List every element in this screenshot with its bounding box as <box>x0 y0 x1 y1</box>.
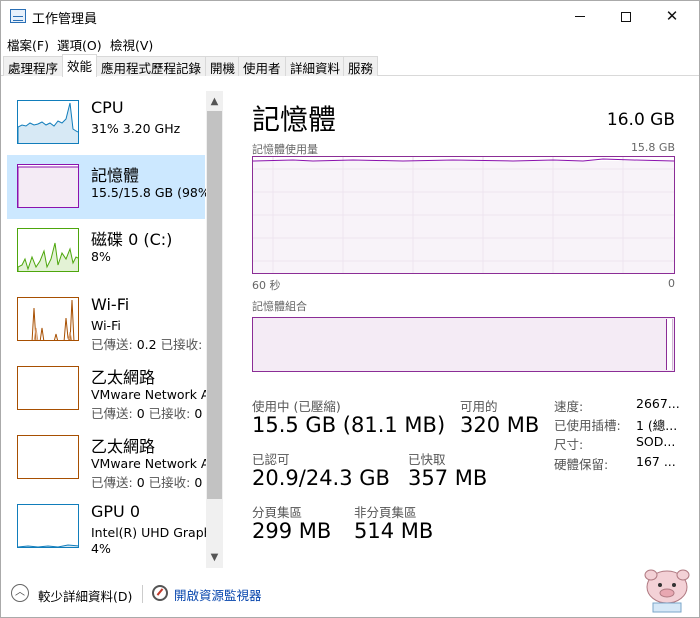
composition-available <box>667 319 673 370</box>
resource-disk[interactable]: 磁碟 0 (C:) 8% <box>7 219 205 283</box>
wifi-thumbnail-graph <box>17 297 79 341</box>
usage-graph-max: 15.8 GB <box>630 141 675 154</box>
tab-bar: 處理程序 效能 應用程式歷程記錄 開機 使用者 詳細資料 服務 <box>1 54 699 77</box>
disk-thumbnail-graph <box>17 228 79 272</box>
memory-usage-graph <box>252 156 675 274</box>
mascot-watermark-icon <box>644 569 690 613</box>
resource-detail: 8% <box>91 249 111 264</box>
menu-file[interactable]: 檔案(F) <box>7 35 49 54</box>
resource-usage: 4% <box>91 541 111 556</box>
resource-cpu[interactable]: CPU 31% 3.20 GHz <box>7 91 205 155</box>
close-button[interactable]: ✕ <box>649 1 695 32</box>
tab-app-history[interactable]: 應用程式歷程記錄 <box>96 56 207 76</box>
resource-ethernet-1[interactable]: 乙太網路 VMware Network A 已傳送: 0 已接收: 0 <box>7 357 209 421</box>
menu-options[interactable]: 選項(O) <box>57 35 102 54</box>
composition-in-use <box>254 319 667 370</box>
resource-name: 記憶體 <box>91 166 140 185</box>
minimize-icon <box>575 16 585 17</box>
tab-details[interactable]: 詳細資料 <box>285 56 346 76</box>
form-factor-value: SOD... <box>636 434 676 449</box>
detail-title: 記憶體 <box>252 103 337 136</box>
menu-bar: 檔案(F) 選項(O) 檢視(V) <box>1 32 699 53</box>
resource-memory[interactable]: 記憶體 15.5/15.8 GB (98%) <box>7 155 215 219</box>
fewer-details-button[interactable]: 較少詳細資料(D) <box>38 586 132 605</box>
resource-list: CPU 31% 3.20 GHz 記憶體 15.5/15.8 GB (98%) … <box>1 91 225 569</box>
nonpaged-pool-value: 514 MB <box>354 519 434 543</box>
menu-view[interactable]: 檢視(V) <box>110 35 153 54</box>
ethernet-thumbnail-graph <box>17 366 79 410</box>
resource-name: 乙太網路 <box>91 368 156 387</box>
resource-monitor-icon[interactable] <box>152 585 168 601</box>
cpu-thumbnail-graph <box>17 100 79 144</box>
scroll-up-icon[interactable]: ▲ <box>206 93 223 110</box>
slots-used-value: 1 (總... <box>636 418 678 433</box>
resource-detail: VMware Network A <box>91 387 210 402</box>
slots-used-label: 已使用插槽: <box>554 418 621 433</box>
speed-value: 2667... <box>636 396 680 411</box>
available-value: 320 MB <box>460 413 540 437</box>
cached-value: 357 MB <box>408 466 488 490</box>
memory-detail-panel: 記憶體 16.0 GB 記憶體使用量 15.8 GB 60 秒 0 記憶體組合 … <box>252 91 682 561</box>
usage-graph-label: 記憶體使用量 <box>252 143 318 156</box>
resource-detail: VMware Network A <box>91 456 210 471</box>
resource-name: Wi-Fi <box>91 295 130 314</box>
resource-name: CPU <box>91 98 124 117</box>
memory-usage-chart <box>252 157 675 273</box>
composition-label: 記憶體組合 <box>252 300 307 313</box>
resource-gpu[interactable]: GPU 0 Intel(R) UHD Graph 4% <box>7 495 212 559</box>
resource-name: GPU 0 <box>91 502 141 521</box>
in-use-value: 15.5 GB (81.1 MB) <box>252 413 446 437</box>
maximize-icon <box>621 11 631 22</box>
resource-detail: 15.5/15.8 GB (98%) <box>91 185 215 200</box>
memory-usage-line <box>252 158 675 162</box>
open-resource-monitor-link[interactable]: 開啟資源監視器 <box>174 585 262 604</box>
resource-detail: 31% 3.20 GHz <box>91 121 181 136</box>
memory-capacity: 16.0 GB <box>606 110 675 130</box>
resource-detail: Wi-Fi <box>91 318 121 333</box>
scroll-down-icon[interactable]: ▼ <box>206 549 223 566</box>
form-factor-label: 尺寸: <box>554 437 584 452</box>
task-manager-icon <box>10 9 26 23</box>
close-icon: ✕ <box>665 7 679 25</box>
resource-wifi[interactable]: Wi-Fi Wi-Fi 已傳送: 0.2 已接收: <box>7 288 205 352</box>
hardware-reserved-label: 硬體保留: <box>554 457 609 472</box>
window-title: 工作管理員 <box>32 12 98 27</box>
tab-startup[interactable]: 開機 <box>205 56 241 76</box>
chevron-up-icon[interactable]: ︿ <box>11 584 29 602</box>
tab-performance[interactable]: 效能 <box>62 54 98 77</box>
resource-name: 磁碟 0 (C:) <box>91 230 173 249</box>
resource-throughput: 已傳送: 0 已接收: 0 <box>91 475 203 490</box>
speed-label: 速度: <box>554 399 584 414</box>
resource-throughput: 已傳送: 0 已接收: 0 <box>91 406 203 421</box>
resource-ethernet-2[interactable]: 乙太網路 VMware Network A 已傳送: 0 已接收: 0 <box>7 426 209 490</box>
minimize-button[interactable] <box>557 1 603 32</box>
ethernet-thumbnail-graph <box>17 435 79 479</box>
resource-name: 乙太網路 <box>91 437 156 456</box>
tab-services[interactable]: 服務 <box>343 56 379 76</box>
memory-composition-bar <box>252 317 675 372</box>
tab-users[interactable]: 使用者 <box>238 56 286 76</box>
title-bar: 工作管理員 ✕ <box>1 1 699 32</box>
maximize-button[interactable] <box>603 1 649 32</box>
resource-throughput: 已傳送: 0.2 已接收: <box>91 337 203 352</box>
hardware-reserved-value: 167 ... <box>636 454 676 469</box>
resource-detail: Intel(R) UHD Graph <box>91 525 212 540</box>
committed-value: 20.9/24.3 GB <box>252 466 390 490</box>
memory-usage-area <box>253 161 674 273</box>
tab-processes[interactable]: 處理程序 <box>3 56 64 76</box>
graph-axis-right-label: 0 <box>668 277 675 290</box>
footer-bar: ︿ 較少詳細資料(D) 開啟資源監視器 <box>1 577 699 617</box>
memory-thumbnail-graph <box>17 164 79 208</box>
graph-axis-left-label: 60 秒 <box>252 279 281 292</box>
scrollbar-thumb[interactable] <box>207 111 222 499</box>
task-manager-window: 工作管理員 ✕ 檔案(F) 選項(O) 檢視(V) 處理程序 效能 應用程式歷程… <box>0 0 700 618</box>
paged-pool-value: 299 MB <box>252 519 332 543</box>
footer-divider <box>142 585 143 603</box>
gpu-thumbnail-graph <box>17 504 79 548</box>
